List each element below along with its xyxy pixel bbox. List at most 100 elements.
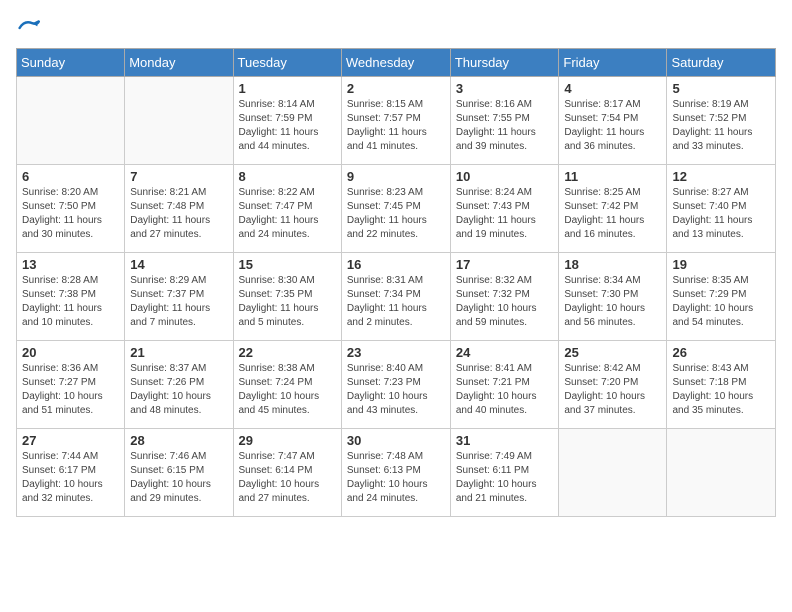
calendar-cell: 23 Sunrise: 8:40 AM Sunset: 7:23 PM Dayli… bbox=[341, 341, 450, 429]
day-number: 9 bbox=[347, 169, 445, 184]
calendar-cell: 28 Sunrise: 7:46 AM Sunset: 6:15 PM Dayli… bbox=[125, 429, 233, 517]
calendar-header-row: SundayMondayTuesdayWednesdayThursdayFrid… bbox=[17, 49, 776, 77]
day-number: 4 bbox=[564, 81, 661, 96]
day-number: 20 bbox=[22, 345, 119, 360]
day-number: 1 bbox=[239, 81, 336, 96]
header-tuesday: Tuesday bbox=[233, 49, 341, 77]
calendar-table: SundayMondayTuesdayWednesdayThursdayFrid… bbox=[16, 48, 776, 517]
calendar-cell: 10Sunrise: 8:24 AM Sunset: 7:43 PM Dayli… bbox=[450, 165, 559, 253]
day-info: Sunrise: 8:38 AM Sunset: 7:24 PM Dayligh… bbox=[239, 362, 336, 418]
calendar-cell: 21 Sunrise: 8:37 AM Sunset: 7:26 PM Dayli… bbox=[125, 341, 233, 429]
day-info: Sunrise: 8:42 AM Sunset: 7:20 PM Dayligh… bbox=[564, 362, 661, 418]
day-number: 11 bbox=[564, 169, 661, 184]
header-saturday: Saturday bbox=[667, 49, 776, 77]
day-info: Sunrise: 7:49 AM Sunset: 6:11 PM Dayligh… bbox=[456, 450, 554, 506]
day-number: 19 bbox=[672, 257, 770, 272]
calendar-cell: 8 Sunrise: 8:22 AM Sunset: 7:47 PM Daylig… bbox=[233, 165, 341, 253]
day-number: 17 bbox=[456, 257, 554, 272]
day-number: 21 bbox=[130, 345, 227, 360]
day-info: Sunrise: 8:29 AM Sunset: 7:37 PM Dayligh… bbox=[130, 274, 227, 330]
day-number: 2 bbox=[347, 81, 445, 96]
calendar-cell: 17 Sunrise: 8:32 AM Sunset: 7:32 PM Dayli… bbox=[450, 253, 559, 341]
day-number: 14 bbox=[130, 257, 227, 272]
calendar-cell: 27 Sunrise: 7:44 AM Sunset: 6:17 PM Dayli… bbox=[17, 429, 125, 517]
day-number: 22 bbox=[239, 345, 336, 360]
day-number: 27 bbox=[22, 433, 119, 448]
day-info: Sunrise: 7:44 AM Sunset: 6:17 PM Dayligh… bbox=[22, 450, 119, 506]
day-info: Sunrise: 7:48 AM Sunset: 6:13 PM Dayligh… bbox=[347, 450, 445, 506]
day-info: Sunrise: 8:24 AM Sunset: 7:43 PM Dayligh… bbox=[456, 186, 554, 242]
calendar-cell: 4 Sunrise: 8:17 AM Sunset: 7:54 PM Daylig… bbox=[559, 77, 667, 165]
day-info: Sunrise: 8:19 AM Sunset: 7:52 PM Dayligh… bbox=[672, 98, 770, 154]
logo-icon bbox=[18, 16, 42, 40]
header-thursday: Thursday bbox=[450, 49, 559, 77]
calendar-cell: 13Sunrise: 8:28 AM Sunset: 7:38 PM Dayli… bbox=[17, 253, 125, 341]
day-number: 26 bbox=[672, 345, 770, 360]
calendar-cell: 15Sunrise: 8:30 AM Sunset: 7:35 PM Dayli… bbox=[233, 253, 341, 341]
day-number: 30 bbox=[347, 433, 445, 448]
calendar-cell bbox=[125, 77, 233, 165]
calendar-cell: 12 Sunrise: 8:27 AM Sunset: 7:40 PM Dayli… bbox=[667, 165, 776, 253]
day-info: Sunrise: 8:32 AM Sunset: 7:32 PM Dayligh… bbox=[456, 274, 554, 330]
day-info: Sunrise: 8:30 AM Sunset: 7:35 PM Dayligh… bbox=[239, 274, 336, 330]
day-info: Sunrise: 8:17 AM Sunset: 7:54 PM Dayligh… bbox=[564, 98, 661, 154]
day-number: 6 bbox=[22, 169, 119, 184]
day-info: Sunrise: 8:20 AM Sunset: 7:50 PM Dayligh… bbox=[22, 186, 119, 242]
day-info: Sunrise: 7:46 AM Sunset: 6:15 PM Dayligh… bbox=[130, 450, 227, 506]
calendar-cell: 30 Sunrise: 7:48 AM Sunset: 6:13 PM Dayli… bbox=[341, 429, 450, 517]
day-number: 12 bbox=[672, 169, 770, 184]
day-info: Sunrise: 8:36 AM Sunset: 7:27 PM Dayligh… bbox=[22, 362, 119, 418]
calendar-cell: 24Sunrise: 8:41 AM Sunset: 7:21 PM Dayli… bbox=[450, 341, 559, 429]
day-info: Sunrise: 8:22 AM Sunset: 7:47 PM Dayligh… bbox=[239, 186, 336, 242]
day-info: Sunrise: 8:27 AM Sunset: 7:40 PM Dayligh… bbox=[672, 186, 770, 242]
day-info: Sunrise: 8:31 AM Sunset: 7:34 PM Dayligh… bbox=[347, 274, 445, 330]
calendar-cell bbox=[559, 429, 667, 517]
day-number: 8 bbox=[239, 169, 336, 184]
day-number: 25 bbox=[564, 345, 661, 360]
day-info: Sunrise: 8:41 AM Sunset: 7:21 PM Dayligh… bbox=[456, 362, 554, 418]
day-info: Sunrise: 8:23 AM Sunset: 7:45 PM Dayligh… bbox=[347, 186, 445, 242]
day-info: Sunrise: 8:35 AM Sunset: 7:29 PM Dayligh… bbox=[672, 274, 770, 330]
day-info: Sunrise: 8:15 AM Sunset: 7:57 PM Dayligh… bbox=[347, 98, 445, 154]
page-header bbox=[16, 16, 776, 40]
day-number: 28 bbox=[130, 433, 227, 448]
day-info: Sunrise: 8:25 AM Sunset: 7:42 PM Dayligh… bbox=[564, 186, 661, 242]
day-number: 29 bbox=[239, 433, 336, 448]
calendar-cell: 14 Sunrise: 8:29 AM Sunset: 7:37 PM Dayli… bbox=[125, 253, 233, 341]
day-info: Sunrise: 8:43 AM Sunset: 7:18 PM Dayligh… bbox=[672, 362, 770, 418]
calendar-cell: 2 Sunrise: 8:15 AM Sunset: 7:57 PM Daylig… bbox=[341, 77, 450, 165]
calendar-week-5: 27 Sunrise: 7:44 AM Sunset: 6:17 PM Dayli… bbox=[17, 429, 776, 517]
calendar-cell: 7Sunrise: 8:21 AM Sunset: 7:48 PM Daylig… bbox=[125, 165, 233, 253]
day-info: Sunrise: 8:16 AM Sunset: 7:55 PM Dayligh… bbox=[456, 98, 554, 154]
day-info: Sunrise: 7:47 AM Sunset: 6:14 PM Dayligh… bbox=[239, 450, 336, 506]
header-sunday: Sunday bbox=[17, 49, 125, 77]
calendar-cell: 16 Sunrise: 8:31 AM Sunset: 7:34 PM Dayli… bbox=[341, 253, 450, 341]
day-number: 16 bbox=[347, 257, 445, 272]
calendar-cell: 20 Sunrise: 8:36 AM Sunset: 7:27 PM Dayli… bbox=[17, 341, 125, 429]
day-info: Sunrise: 8:37 AM Sunset: 7:26 PM Dayligh… bbox=[130, 362, 227, 418]
calendar-week-2: 6 Sunrise: 8:20 AM Sunset: 7:50 PM Daylig… bbox=[17, 165, 776, 253]
day-number: 23 bbox=[347, 345, 445, 360]
calendar-cell: 3Sunrise: 8:16 AM Sunset: 7:55 PM Daylig… bbox=[450, 77, 559, 165]
calendar-cell: 22 Sunrise: 8:38 AM Sunset: 7:24 PM Dayli… bbox=[233, 341, 341, 429]
day-number: 31 bbox=[456, 433, 554, 448]
header-wednesday: Wednesday bbox=[341, 49, 450, 77]
day-info: Sunrise: 8:40 AM Sunset: 7:23 PM Dayligh… bbox=[347, 362, 445, 418]
day-number: 5 bbox=[672, 81, 770, 96]
logo bbox=[16, 16, 42, 40]
calendar-cell bbox=[667, 429, 776, 517]
calendar-week-1: 1 Sunrise: 8:14 AM Sunset: 7:59 PM Daylig… bbox=[17, 77, 776, 165]
calendar-cell: 19 Sunrise: 8:35 AM Sunset: 7:29 PM Dayli… bbox=[667, 253, 776, 341]
calendar-cell: 26 Sunrise: 8:43 AM Sunset: 7:18 PM Dayli… bbox=[667, 341, 776, 429]
day-number: 7 bbox=[130, 169, 227, 184]
calendar-week-3: 13Sunrise: 8:28 AM Sunset: 7:38 PM Dayli… bbox=[17, 253, 776, 341]
header-friday: Friday bbox=[559, 49, 667, 77]
calendar-cell bbox=[17, 77, 125, 165]
calendar-week-4: 20 Sunrise: 8:36 AM Sunset: 7:27 PM Dayli… bbox=[17, 341, 776, 429]
day-info: Sunrise: 8:28 AM Sunset: 7:38 PM Dayligh… bbox=[22, 274, 119, 330]
calendar-cell: 31 Sunrise: 7:49 AM Sunset: 6:11 PM Dayli… bbox=[450, 429, 559, 517]
day-info: Sunrise: 8:14 AM Sunset: 7:59 PM Dayligh… bbox=[239, 98, 336, 154]
calendar-cell: 18Sunrise: 8:34 AM Sunset: 7:30 PM Dayli… bbox=[559, 253, 667, 341]
calendar-cell: 9 Sunrise: 8:23 AM Sunset: 7:45 PM Daylig… bbox=[341, 165, 450, 253]
calendar-cell: 6 Sunrise: 8:20 AM Sunset: 7:50 PM Daylig… bbox=[17, 165, 125, 253]
